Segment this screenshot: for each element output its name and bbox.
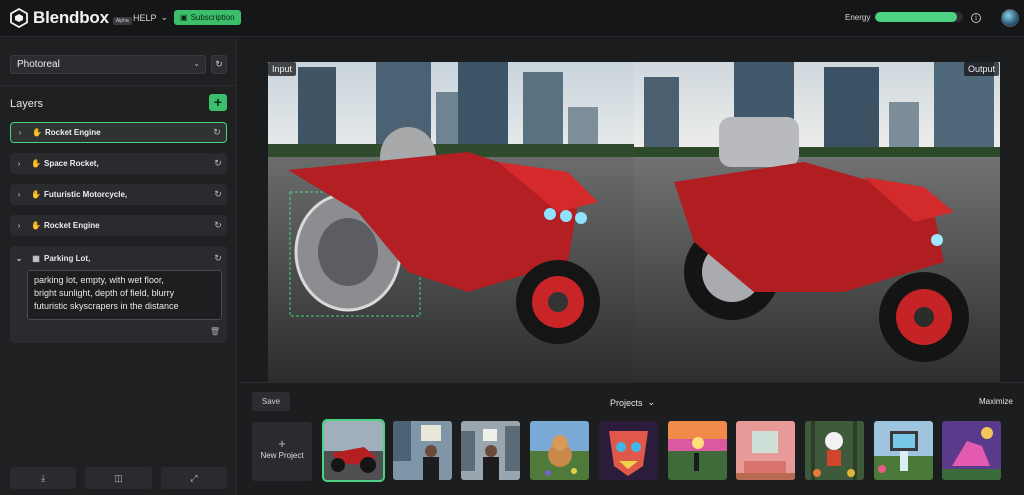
hand-icon: ✋: [32, 128, 42, 137]
add-layer-button[interactable]: +: [209, 94, 227, 111]
project-thumb-tv-waterfall[interactable]: [874, 421, 933, 480]
save-button[interactable]: Save: [252, 392, 290, 411]
layer-name: Futuristic Motorcycle,: [44, 190, 128, 199]
output-label: Output: [964, 62, 1000, 76]
layer-item[interactable]: › ✋ Futuristic Motorcycle, ↻: [10, 184, 227, 205]
logo[interactable]: Blendbox Alpha: [9, 8, 132, 28]
energy-label: Energy: [845, 13, 871, 22]
app-badge: Alpha: [112, 17, 132, 25]
sidebar-footer: ⤓ ◫ ⤢: [10, 467, 227, 489]
hand-icon: ✋: [31, 190, 41, 199]
style-select[interactable]: Photoreal ⌄: [10, 55, 206, 74]
download-icon: ⤓: [41, 472, 46, 483]
project-thumb-sunset-landscape[interactable]: [668, 421, 727, 480]
hand-icon: ✋: [31, 221, 41, 230]
layer-name: Space Rocket,: [44, 159, 99, 168]
project-thumb-red-motorcycle[interactable]: [322, 419, 385, 482]
subscription-label: Subscription: [190, 13, 235, 22]
project-thumb-pink-creature[interactable]: [942, 421, 1001, 480]
card-icon: ▣: [180, 13, 188, 22]
project-thumb-dog-field[interactable]: [530, 421, 589, 480]
chevron-down-icon: ⌄: [160, 12, 169, 22]
plus-icon: +: [278, 436, 286, 451]
projects-bar: Save Projects ⌄ Maximize + New Project: [238, 382, 1024, 495]
divider: [0, 85, 236, 86]
project-thumb-panda-forest[interactable]: [805, 421, 864, 480]
app-name: Blendbox: [33, 8, 109, 27]
layer-item[interactable]: › ✋ Rocket Engine ↻: [10, 215, 227, 236]
project-thumb-protest-sign[interactable]: [393, 421, 452, 480]
layer-name: Rocket Engine: [44, 221, 100, 230]
image-icon: ▦: [32, 253, 40, 263]
output-image[interactable]: [634, 62, 1000, 382]
chevron-right-icon[interactable]: ›: [10, 159, 28, 168]
layer-header[interactable]: ⌄ ▦ Parking Lot, ↻: [10, 251, 227, 265]
camera-icon: ◫: [114, 472, 123, 483]
canvas-area: Input Output: [238, 38, 1024, 382]
energy-bar: [875, 12, 963, 22]
chevron-down-icon: ⌄: [193, 59, 200, 68]
maximize-button[interactable]: Maximize: [979, 397, 1013, 406]
new-project-button[interactable]: + New Project: [252, 422, 312, 481]
style-select-value: Photoreal: [17, 59, 60, 70]
refresh-icon[interactable]: ↻: [209, 253, 227, 264]
compare-button[interactable]: ◫: [85, 467, 152, 489]
chevron-right-icon[interactable]: ›: [10, 221, 28, 230]
info-icon[interactable]: i: [971, 13, 981, 23]
download-button[interactable]: ⤓: [10, 467, 77, 489]
refresh-icon[interactable]: ↻: [209, 158, 227, 169]
project-thumb-colorful-mask[interactable]: [599, 421, 658, 480]
layer-prompt-input[interactable]: parking lot, empty, with wet floor, brig…: [27, 270, 222, 320]
plus-icon: +: [213, 94, 223, 110]
new-project-label: New Project: [260, 451, 304, 460]
expand-icon: ⤢: [190, 472, 198, 483]
input-image-art: [268, 62, 634, 382]
trash-icon[interactable]: 🗑: [210, 327, 220, 336]
projects-dropdown[interactable]: Projects ⌄: [610, 397, 655, 408]
layer-name: Parking Lot,: [44, 253, 91, 263]
blendbox-logo-icon: [10, 8, 28, 28]
project-thumb-person-city[interactable]: [461, 421, 520, 480]
top-bar: Blendbox Alpha HELP ⌄ ▣ Subscription Ene…: [0, 0, 1024, 37]
chevron-down-icon: ⌄: [647, 397, 656, 407]
layer-item-expanded[interactable]: ⌄ ▦ Parking Lot, ↻ parking lot, empty, w…: [10, 246, 227, 343]
subscription-button[interactable]: ▣ Subscription: [174, 10, 241, 25]
layer-item[interactable]: › ✋ Space Rocket, ↻: [10, 153, 227, 174]
help-menu[interactable]: HELP ⌄: [133, 12, 168, 23]
sidebar: Photoreal ⌄ ↻ Layers + › ✋ Rocket Engine…: [0, 38, 237, 495]
refresh-icon: ↻: [215, 59, 223, 69]
refresh-icon[interactable]: ↻: [209, 220, 227, 231]
avatar[interactable]: [1001, 9, 1019, 27]
projects-label: Projects: [610, 397, 643, 408]
layer-name: Rocket Engine: [45, 128, 101, 137]
layers-title: Layers: [10, 98, 44, 110]
refresh-style-button[interactable]: ↻: [211, 55, 227, 74]
input-image[interactable]: [268, 62, 634, 382]
refresh-icon[interactable]: ↻: [209, 189, 227, 200]
input-label: Input: [268, 62, 297, 76]
hand-icon: ✋: [31, 159, 41, 168]
refresh-icon[interactable]: ↻: [208, 127, 226, 138]
chevron-right-icon[interactable]: ›: [11, 128, 29, 137]
chevron-right-icon[interactable]: ›: [10, 190, 28, 199]
output-image-art: [634, 62, 1000, 382]
chevron-down-icon[interactable]: ⌄: [10, 254, 28, 263]
layer-item[interactable]: › ✋ Rocket Engine ↻: [10, 122, 227, 143]
energy-bar-fill: [875, 12, 957, 22]
help-label: HELP: [133, 12, 157, 23]
project-thumb-pink-room[interactable]: [736, 421, 795, 480]
fullscreen-button[interactable]: ⤢: [160, 467, 227, 489]
